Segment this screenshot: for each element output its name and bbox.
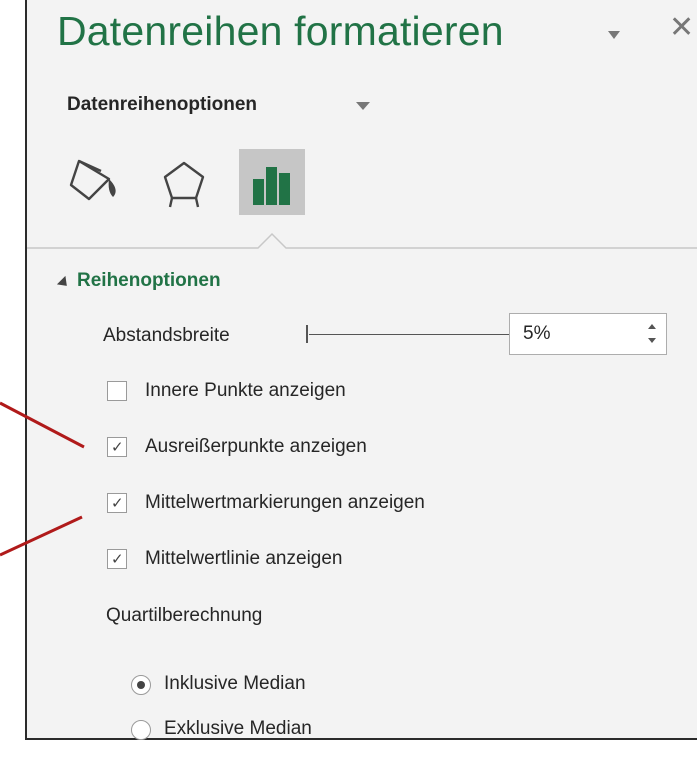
annotation-line	[0, 515, 83, 557]
annotation-line	[0, 401, 85, 449]
annotation-lines	[0, 401, 85, 557]
